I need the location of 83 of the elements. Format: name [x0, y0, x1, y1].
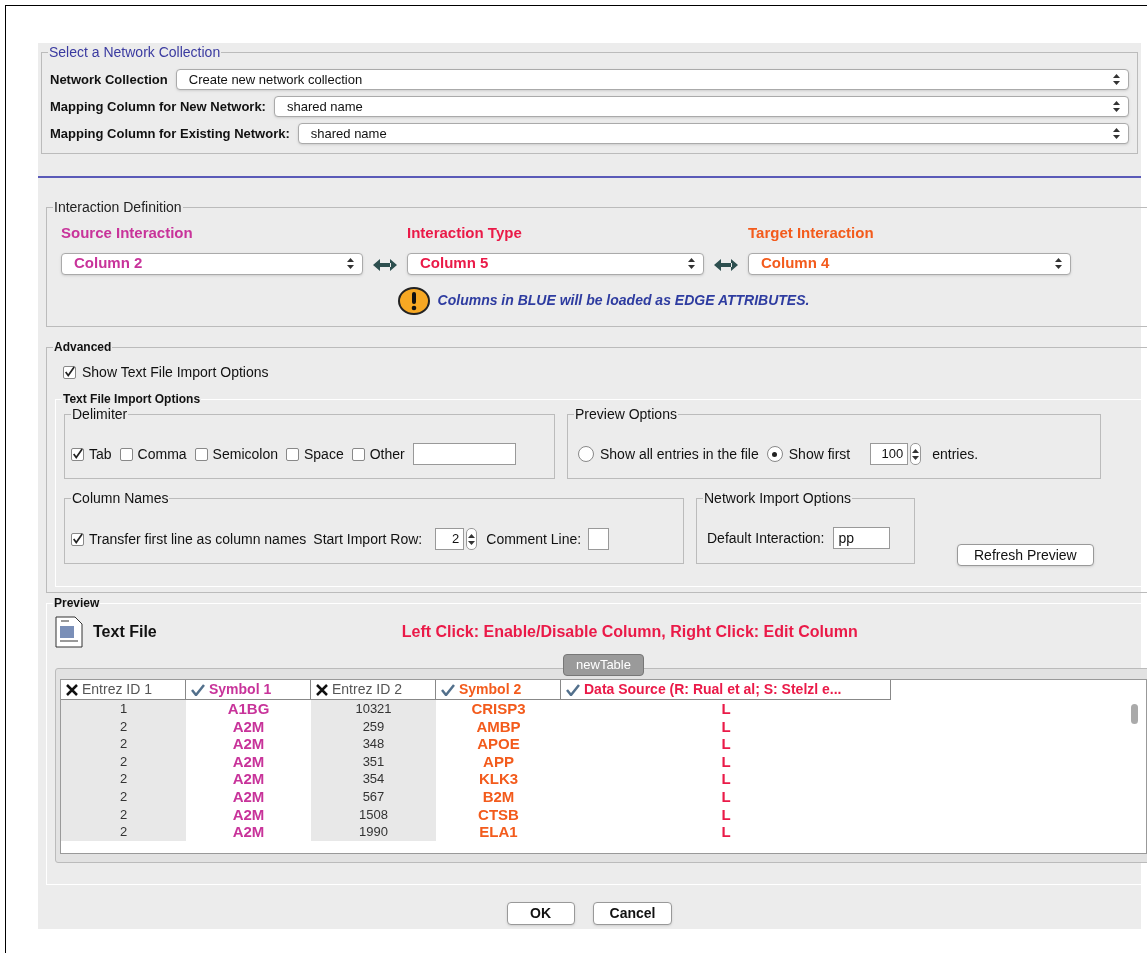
spinner-button[interactable] — [910, 443, 922, 465]
checkbox[interactable] — [194, 447, 208, 461]
updown-arrows-icon — [1113, 101, 1120, 112]
file-title: Text File — [93, 622, 157, 642]
table-cell: 1 — [61, 700, 186, 718]
updown-arrows-icon — [688, 258, 695, 269]
dropdown[interactable]: shared name — [297, 123, 1129, 144]
checkbox-label: Other — [369, 444, 405, 464]
table-cell: 2 — [61, 823, 186, 841]
dialog-button[interactable]: Cancel — [592, 902, 673, 925]
checkbox[interactable] — [285, 447, 299, 461]
table-cell: 348 — [311, 735, 436, 753]
table-cell: 354 — [311, 770, 436, 788]
cross-icon — [316, 683, 328, 696]
warning-message: Columns in BLUE will be loaded as EDGE ATTRIBUTES. — [437, 291, 810, 310]
table-cell: 1990 — [311, 823, 436, 841]
interaction-label: Source Interaction — [61, 223, 194, 243]
dropdown[interactable]: Create new network collection — [175, 69, 1129, 90]
group-title: Text File Import Options — [62, 391, 202, 407]
checkbox-label: Comma — [137, 444, 187, 464]
field-label: Network Collection — [50, 70, 168, 89]
checkbox[interactable] — [351, 447, 365, 461]
number-field[interactable]: 2 — [435, 528, 465, 550]
dropdown[interactable]: Column 2 — [61, 252, 363, 275]
checkbox-label: Show Text File Import Options — [82, 363, 269, 382]
updown-arrows-icon — [468, 533, 476, 545]
dropdown[interactable]: Column 5 — [407, 252, 704, 275]
updown-arrows-icon — [1113, 74, 1120, 85]
table-cell: 10321 — [311, 700, 436, 718]
updown-arrows-icon — [1055, 258, 1062, 269]
refresh-preview-button[interactable]: Refresh Preview — [957, 544, 1094, 566]
checkbox-label: Semicolon — [212, 444, 278, 464]
number-field[interactable]: 100 — [870, 443, 909, 465]
dropdown[interactable]: shared name — [273, 96, 1129, 117]
column-header[interactable]: Data Source (R: Rual et al; S: Stelzl e... — [561, 680, 891, 700]
other-delimiter-field[interactable] — [412, 443, 516, 465]
updown-arrows-icon — [912, 448, 920, 460]
column-header[interactable]: Entrez ID 2 — [311, 680, 436, 700]
table-cell: 2 — [61, 735, 186, 753]
check-icon — [566, 683, 580, 696]
radio-label: Show all entries in the file — [600, 444, 759, 464]
field-label: Start Import Row: — [313, 529, 423, 549]
check-icon — [191, 683, 205, 696]
field-label: Mapping Column for Existing Network: — [50, 124, 290, 143]
check-icon — [441, 683, 455, 696]
group-title: Column Names — [71, 490, 170, 506]
group-title: Select a Network Collection — [48, 44, 222, 60]
table-cell: 2 — [61, 770, 186, 788]
radio-label: Show first — [788, 444, 851, 464]
checkbox[interactable] — [119, 447, 133, 461]
radio-button[interactable] — [766, 446, 783, 462]
field-label: Mapping Column for New Network: — [50, 97, 266, 116]
checkbox[interactable] — [71, 532, 84, 546]
radio-button[interactable] — [578, 446, 594, 462]
dialog-button[interactable]: OK — [506, 902, 575, 925]
cross-icon — [66, 683, 78, 696]
document-icon — [55, 616, 83, 648]
group-title: Interaction Definition — [53, 199, 183, 215]
checkbox-label: Space — [303, 444, 344, 464]
column-header[interactable]: Symbol 1 — [186, 680, 311, 700]
default-interaction-field[interactable]: pp — [832, 527, 890, 549]
group-title: Delimiter — [71, 406, 129, 422]
group-title: Preview Options — [574, 406, 678, 422]
comment-line-field[interactable] — [588, 528, 610, 550]
field-label: Default Interaction: — [707, 528, 825, 548]
checkbox-label: Transfer first line as column names — [89, 529, 307, 549]
checkbox[interactable] — [71, 447, 84, 461]
checkbox-label: Tab — [89, 444, 112, 464]
updown-arrows-icon — [347, 258, 354, 269]
column-header[interactable]: Entrez ID 1 — [61, 680, 186, 700]
updown-arrows-icon — [1113, 128, 1120, 139]
interaction-label: Target Interaction — [748, 223, 875, 243]
bidirectional-arrow-icon — [373, 257, 397, 272]
group-title: Network Import Options — [703, 490, 853, 506]
field-label: Comment Line: — [486, 529, 582, 549]
spinner-button[interactable] — [466, 528, 478, 550]
interaction-label: Interaction Type — [407, 223, 523, 243]
warning-icon — [397, 286, 430, 315]
preview-hint: Left Click: Enable/Disable Column, Right Click: Edit Column — [401, 622, 858, 642]
checkbox[interactable] — [63, 366, 76, 379]
scrollbar-thumb[interactable] — [1131, 704, 1138, 724]
bidirectional-arrow-icon — [714, 257, 738, 272]
entries-label: entries. — [932, 444, 979, 464]
